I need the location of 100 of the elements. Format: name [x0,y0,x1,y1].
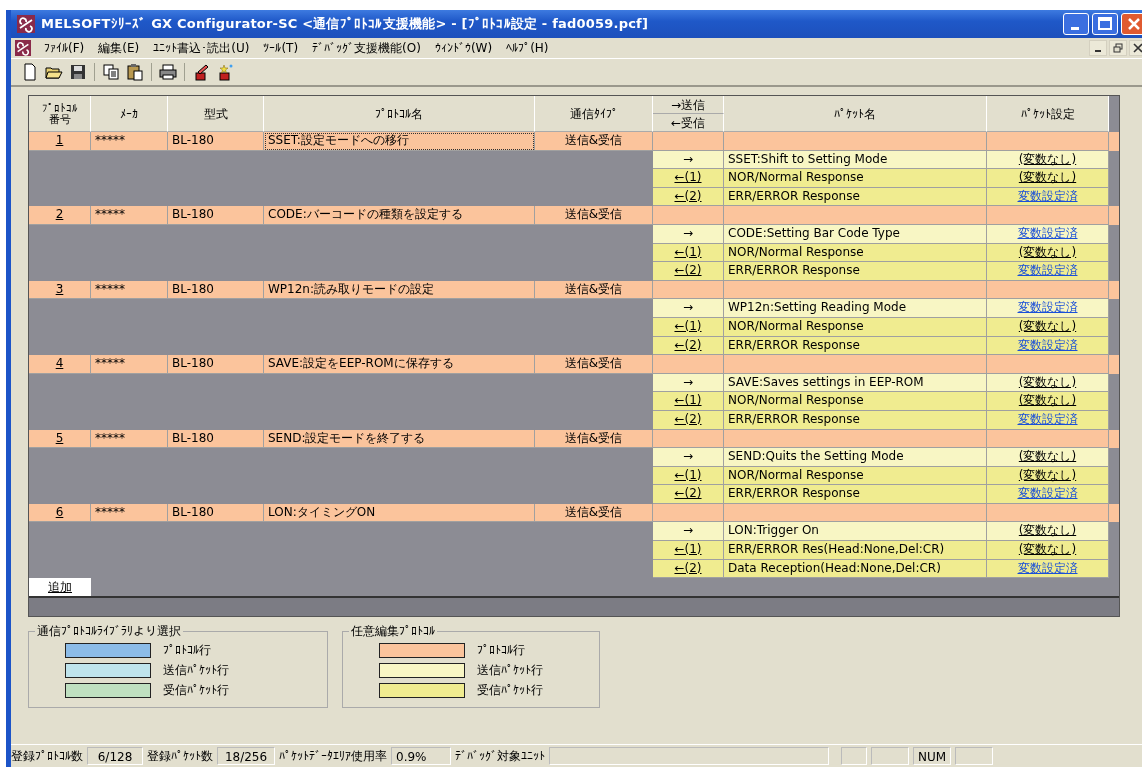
protocol-number-link[interactable]: 3 [55,281,64,296]
table-cell: NOR/Normal Response [724,392,987,411]
legend-title: 任意編集ﾌﾟﾛﾄｺﾙ [350,623,436,641]
packet-setting-link[interactable]: 変数設定済 [1017,560,1078,575]
table-cell: 送信&受信 [535,280,653,300]
column-header: ﾊﾟｹｯﾄ設定 [987,96,1109,132]
status-label: 登録ﾌﾟﾛﾄｺﾙ数 [11,747,83,765]
status-value: 18/256 [217,747,275,765]
table-cell: ERR/ERROR Response [724,410,987,430]
packet-setting-link[interactable]: (変数なし) [1018,523,1077,538]
packet-setting-link[interactable]: (変数なし) [1018,374,1077,389]
packet-setting-link[interactable]: 変数設定済 [1017,225,1078,240]
column-header: ←受信 [653,114,724,132]
table-cell: ←(1) [653,169,724,188]
table-cell: BL-180 [168,206,264,225]
packet-setting-link[interactable]: 変数設定済 [1017,411,1078,426]
table-cell: ←(1) [653,541,724,560]
table-cell: SEND:設定モードを終了する [264,429,535,449]
column-header: ﾒｰｶ [91,96,168,132]
table-cell: ←(1) [653,317,724,337]
status-label: ﾃﾞﾊﾞｯｸﾞ対象ﾕﾆｯﾄ [455,747,545,765]
table-cell: ERR/ERROR Response [724,485,987,504]
table-cell: BL-180 [168,280,264,300]
table-cell: 送信&受信 [535,132,653,151]
packet-setting-link[interactable]: (変数なし) [1018,151,1077,166]
add-button[interactable]: 追加 [29,578,91,597]
packet-setting-link[interactable]: (変数なし) [1018,170,1077,185]
packet-setting-link[interactable]: 変数設定済 [1017,300,1078,315]
packet-setting-link[interactable]: (変数なし) [1018,318,1077,333]
status-indicator: NUM [913,747,951,765]
table-cell: ***** [91,429,168,449]
table-cell: WP12n:読み取りモードの設定 [264,280,535,300]
status-value: 0.9% [391,747,451,765]
table-cell: ERR/ERROR Res(Head:None,Del:CR) [724,541,987,560]
legend-label: 送信ﾊﾟｹｯﾄ行 [163,662,229,680]
protocol-number-link[interactable]: 5 [55,430,64,445]
table-cell: ←(2) [653,559,724,579]
packet-setting-link[interactable]: (変数なし) [1018,467,1077,482]
packet-setting-link[interactable]: 変数設定済 [1017,188,1078,203]
protocol-number-link[interactable]: 6 [55,504,64,519]
table-cell: → [653,224,724,244]
table-cell: CODE:バーコードの種類を設定する [264,206,535,225]
table-cell: BL-180 [168,503,264,523]
table-cell: → [653,448,724,467]
table-cell: ←(2) [653,485,724,504]
status-label: ﾊﾟｹｯﾄﾃﾞｰﾀｴﾘｱ使用率 [279,747,387,765]
protocol-number-link[interactable]: 4 [55,356,64,371]
table-cell: Data Reception(Head:None,Del:CR) [724,559,987,579]
packet-setting-link[interactable]: (変数なし) [1018,244,1077,259]
table-cell: ***** [91,355,168,374]
column-header: 通信ﾀｲﾌﾟ [535,96,653,132]
protocol-number-link[interactable]: 1 [55,133,64,147]
column-header: ﾌﾟﾛﾄｺﾙ番号 [29,96,91,132]
table-cell: SAVE:設定をEEP-ROMに保存する [264,355,535,374]
table-cell: ***** [91,280,168,300]
table-cell: ←(2) [653,262,724,281]
legend-title: 通信ﾌﾟﾛﾄｺﾙﾗｲﾌﾞﾗﾘより選択 [36,623,182,641]
menu-item[interactable]: ﾂｰﾙ(T) [256,41,306,55]
status-label: 登録ﾊﾟｹｯﾄ数 [147,747,213,765]
table-cell: ←(1) [653,392,724,411]
table-cell: ERR/ERROR Response [724,262,987,281]
menu-item[interactable]: ﾃﾞﾊﾞｯｸﾞ支援機能(O) [305,39,428,57]
table-cell: ←(2) [653,410,724,430]
packet-setting-link[interactable]: (変数なし) [1018,393,1077,408]
legend-label: ﾌﾟﾛﾄｺﾙ行 [163,642,211,660]
legend-label: 受信ﾊﾟｹｯﾄ行 [163,682,229,700]
table-cell: NOR/Normal Response [724,169,987,188]
table-cell: ***** [91,132,168,151]
table-cell: → [653,299,724,318]
legend-label: ﾌﾟﾛﾄｺﾙ行 [477,642,525,660]
menu-item[interactable]: 編集(E) [91,39,147,57]
packet-setting-link[interactable]: 変数設定済 [1017,337,1078,352]
table-cell: LON:タイミングON [264,503,535,523]
table-cell: 送信&受信 [535,503,653,523]
table-cell: 送信&受信 [535,355,653,374]
menu-item[interactable]: ﾌｧｲﾙ(F) [37,41,92,55]
packet-setting-link[interactable]: 変数設定済 [1017,263,1078,278]
legend-label: 受信ﾊﾟｹｯﾄ行 [477,682,543,700]
table-cell: CODE:Setting Bar Code Type [724,224,987,244]
table-cell: ***** [91,206,168,225]
protocol-number-link[interactable]: 2 [55,207,64,222]
menu-item[interactable]: ｳｨﾝﾄﾞｳ(W) [427,41,500,55]
packet-setting-link[interactable]: (変数なし) [1018,449,1077,464]
status-value: 6/128 [87,747,143,765]
table-cell: 送信&受信 [535,206,653,225]
table-cell: WP12n:Setting Reading Mode [724,299,987,318]
packet-setting-link[interactable]: (変数なし) [1018,542,1077,557]
table-cell: SEND:Quits the Setting Mode [724,448,987,467]
table-cell: ***** [91,503,168,523]
table-cell: SSET:設定モードへの移行 [264,132,535,151]
table-cell: BL-180 [168,132,264,151]
column-header: ﾌﾟﾛﾄｺﾙ名 [264,96,535,132]
table-cell: NOR/Normal Response [724,317,987,337]
menu-item[interactable]: ﾍﾙﾌﾟ(H) [499,41,556,55]
column-header: →送信 [653,96,724,114]
menu-item[interactable]: ﾕﾆｯﾄ書込･読出(U) [146,39,257,57]
column-header: 型式 [168,96,264,132]
column-header: ﾊﾟｹｯﾄ名 [724,96,987,132]
packet-setting-link[interactable]: 変数設定済 [1017,486,1078,501]
table-cell: 送信&受信 [535,429,653,449]
